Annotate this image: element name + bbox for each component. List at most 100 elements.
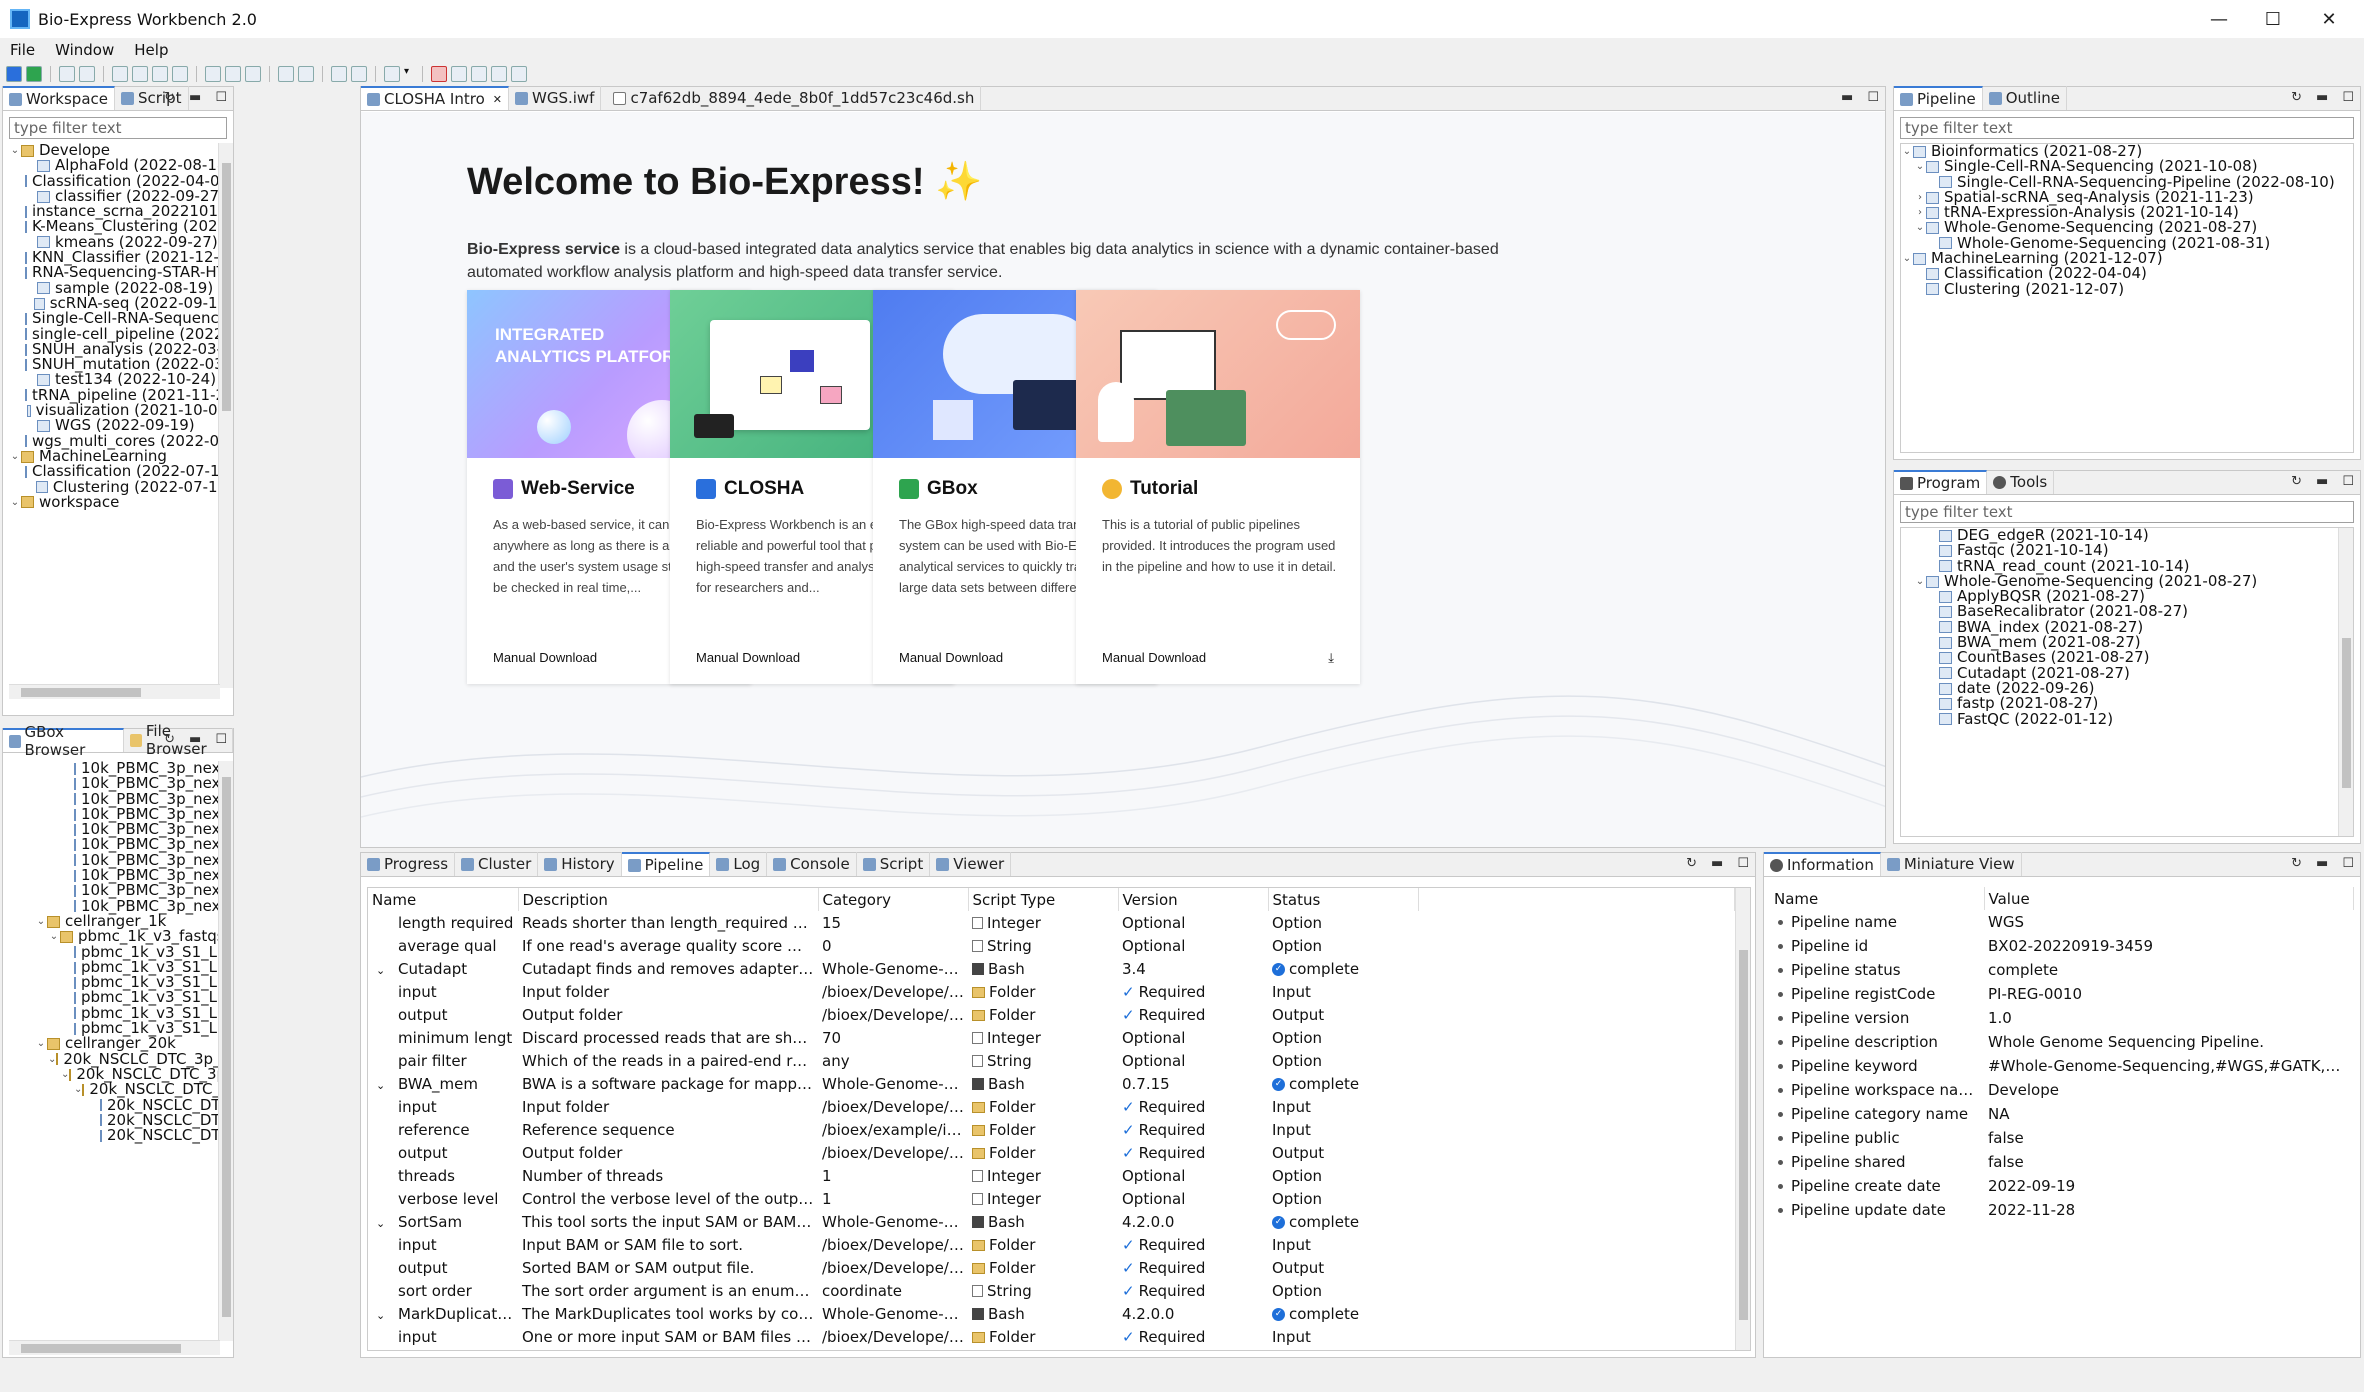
- expand-toggle-icon[interactable]: ⌄: [1914, 574, 1926, 589]
- tab-history[interactable]: History: [538, 852, 622, 876]
- tab-gbox-browser[interactable]: GBox Browser: [3, 723, 125, 759]
- maximize-panel-icon[interactable]: ☐: [215, 732, 227, 747]
- save-all-icon[interactable]: [225, 66, 241, 82]
- info-row[interactable]: Pipeline registCode PI-REG-0010: [1770, 982, 2354, 1006]
- expand-toggle-icon[interactable]: ⌄: [1901, 251, 1913, 266]
- edit-program-icon[interactable]: [132, 66, 148, 82]
- info-row[interactable]: Pipeline update date 2022-11-28: [1770, 1198, 2354, 1222]
- validate-icon[interactable]: [245, 66, 261, 82]
- table-row[interactable]: input Input BAM or SAM file to sort. /bioe…: [368, 1233, 1735, 1256]
- paragraph-icon[interactable]: [491, 66, 507, 82]
- table-row[interactable]: output Output folder/bioex/Develope/W... F…: [368, 1141, 1735, 1164]
- close-tab-icon[interactable]: ✕: [493, 93, 502, 106]
- export-icon[interactable]: [331, 66, 347, 82]
- maximize-panel-icon[interactable]: ☐: [1737, 856, 1749, 871]
- card-tutorial[interactable]: Tutorial This is a tutorial of public pi…: [1076, 290, 1360, 684]
- tab-pipeline[interactable]: Pipeline: [1894, 86, 1983, 110]
- info-row[interactable]: Pipeline category name NA: [1770, 1102, 2354, 1126]
- refresh-icon[interactable]: ↻: [164, 732, 175, 747]
- expand-toggle-icon[interactable]: ⌄: [48, 929, 60, 944]
- info-row[interactable]: Pipeline workspace name Develope: [1770, 1078, 2354, 1102]
- workspace-filter-input[interactable]: type filter text: [9, 117, 227, 139]
- table-row[interactable]: threads Number of threads 1 Integer Optional…: [368, 1164, 1735, 1187]
- expand-toggle-icon[interactable]: ⌄: [376, 1309, 398, 1322]
- menu-window[interactable]: Window: [45, 41, 124, 59]
- table-row[interactable]: input Input folder/bioex/Develope/W... Fol…: [368, 1095, 1735, 1118]
- expand-toggle-icon[interactable]: ⌄: [9, 495, 21, 510]
- new-pipeline-icon[interactable]: [59, 66, 75, 82]
- col-name[interactable]: Name: [368, 888, 519, 911]
- gbox-hscroll[interactable]: [9, 1340, 220, 1355]
- link-icon[interactable]: [172, 66, 188, 82]
- tab-viewer[interactable]: Viewer: [930, 852, 1012, 876]
- download-icon[interactable]: [298, 66, 314, 82]
- workspace-hscroll[interactable]: [9, 684, 220, 699]
- tab-workspace[interactable]: Workspace: [3, 86, 115, 110]
- expand-toggle-icon[interactable]: ⌄: [9, 449, 21, 464]
- tab-pipeline[interactable]: Pipeline: [621, 852, 711, 876]
- tab-console[interactable]: Console: [767, 852, 857, 876]
- export-image-icon[interactable]: [351, 66, 367, 82]
- expand-toggle-icon[interactable]: ⌄: [35, 1036, 47, 1051]
- col-description[interactable]: Description: [518, 888, 819, 911]
- download-icon[interactable]: ⤓: [1328, 650, 1334, 666]
- menu-help[interactable]: Help: [124, 41, 178, 59]
- minimize-panel-icon[interactable]: ▬: [189, 90, 201, 105]
- refresh-icon[interactable]: ↻: [2291, 856, 2302, 871]
- col-category[interactable]: Category: [818, 888, 969, 911]
- table-row[interactable]: ⌄ BWA_mem BWA is a software package for ma…: [368, 1072, 1735, 1095]
- expand-toggle-icon[interactable]: ⌄: [1901, 144, 1913, 159]
- info-row[interactable]: Pipeline create date 2022-09-19: [1770, 1174, 2354, 1198]
- expand-toggle-icon[interactable]: ⌄: [61, 1067, 69, 1082]
- maximize-panel-icon[interactable]: ☐: [215, 90, 227, 105]
- scroll-thumb[interactable]: [2342, 638, 2351, 788]
- minimize-panel-icon[interactable]: ▬: [1841, 90, 1853, 105]
- table-row[interactable]: pair filter Which of the reads in a paire…: [368, 1049, 1735, 1072]
- table-row[interactable]: ⌄ Cutadapt Cutadapt finds and removes adap…: [368, 957, 1735, 980]
- add-program-icon[interactable]: [112, 66, 128, 82]
- manual-download-link[interactable]: Manual Download: [1102, 650, 1206, 666]
- tab-tools[interactable]: Tools: [1987, 470, 2055, 494]
- minimize-panel-icon[interactable]: ▬: [2316, 90, 2328, 105]
- manual-download-link[interactable]: Manual Download: [696, 650, 800, 666]
- share-icon[interactable]: [152, 66, 168, 82]
- manual-download-link[interactable]: Manual Download: [493, 650, 597, 666]
- table-row[interactable]: sort order The sort order argument is an …: [368, 1279, 1735, 1302]
- minimize-panel-icon[interactable]: ▬: [2316, 856, 2328, 871]
- tab-progress[interactable]: Progress: [361, 852, 456, 876]
- col-version[interactable]: Version: [1118, 888, 1269, 911]
- import-pipeline-icon[interactable]: [79, 66, 95, 82]
- expand-toggle-icon[interactable]: ⌄: [35, 914, 47, 929]
- expand-toggle-icon[interactable]: ⌄: [376, 1217, 398, 1230]
- expand-toggle-icon[interactable]: ⌄: [9, 143, 21, 158]
- info-row[interactable]: Pipeline description Whole Genome Sequenc…: [1770, 1030, 2354, 1054]
- minimize-panel-icon[interactable]: ▬: [189, 732, 201, 747]
- pipeline-filter-input[interactable]: type filter text: [1900, 117, 2354, 139]
- table-row[interactable]: ⌄ MarkDuplicates The MarkDuplicates tool w…: [368, 1302, 1735, 1325]
- close-button[interactable]: ✕: [2294, 0, 2364, 38]
- info-row[interactable]: Pipeline id BX02-20220919-3459: [1770, 934, 2354, 958]
- minimize-panel-icon[interactable]: ▬: [1711, 856, 1723, 871]
- table-row[interactable]: average qual If one read's average qualit…: [368, 934, 1735, 957]
- info-row[interactable]: Pipeline keyword #Whole-Genome-Sequencing…: [1770, 1054, 2354, 1078]
- table-row[interactable]: input Input folder/bioex/Develope/W... Fol…: [368, 980, 1735, 1003]
- refresh-icon[interactable]: ↻: [2291, 90, 2302, 105]
- expand-toggle-icon[interactable]: ›: [1914, 205, 1926, 220]
- tree-item[interactable]: Clustering (2021-12-07): [1901, 281, 2353, 297]
- pause-icon[interactable]: [471, 66, 487, 82]
- table-vscroll[interactable]: [1735, 888, 1750, 1350]
- refresh-icon[interactable]: ↻: [1686, 856, 1697, 871]
- manual-download-link[interactable]: Manual Download: [899, 650, 1003, 666]
- maximize-panel-icon[interactable]: ☐: [2342, 856, 2354, 871]
- tree-item[interactable]: 20k_NSCLC_DTC_3p_ne: [9, 1127, 233, 1143]
- expand-toggle-icon[interactable]: ›: [1914, 190, 1926, 205]
- tab-wgs-iwf[interactable]: WGS.iwf: [509, 86, 602, 110]
- delete-icon[interactable]: [431, 66, 447, 82]
- info-row[interactable]: Pipeline version 1.0: [1770, 1006, 2354, 1030]
- menu-file[interactable]: File: [0, 41, 45, 59]
- tree-item[interactable]: ⌄ workspace: [9, 494, 233, 510]
- scroll-thumb[interactable]: [21, 1344, 181, 1353]
- table-row[interactable]: output Output folder/bioex/Develope/W... F…: [368, 1003, 1735, 1026]
- tab-information[interactable]: Information: [1764, 852, 1881, 876]
- tab-closha-intro[interactable]: CLOSHA Intro ✕: [361, 86, 509, 110]
